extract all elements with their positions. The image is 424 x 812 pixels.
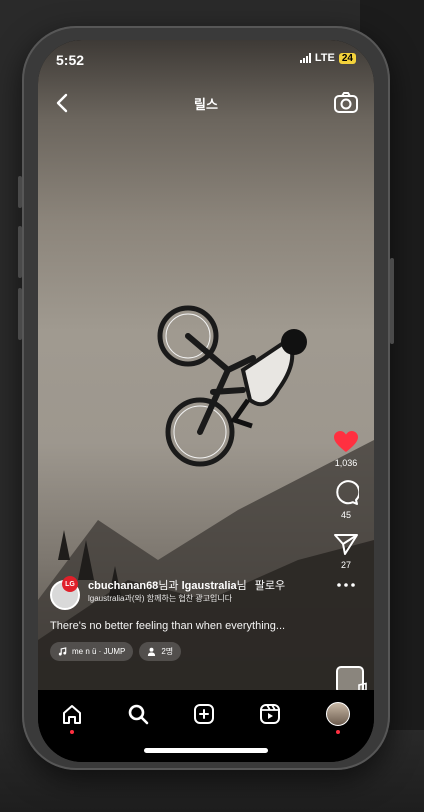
share-action[interactable]: 27 — [328, 532, 364, 570]
heart-icon[interactable] — [333, 430, 359, 454]
people-chip[interactable]: 2명 — [139, 642, 182, 661]
network-label: LTE — [314, 52, 335, 64]
joiner-text: 님과 — [158, 580, 182, 592]
brand-badge: LG — [62, 576, 78, 592]
top-bar: 릴스 — [38, 88, 374, 118]
comment-icon[interactable] — [333, 480, 359, 506]
home-activity-dot — [70, 730, 74, 734]
volume-up-button — [18, 226, 22, 278]
nav-profile[interactable] — [326, 702, 350, 726]
profile-activity-dot — [336, 730, 340, 734]
action-column: 1,036 45 27 — [328, 430, 364, 600]
comment-action[interactable]: 45 — [328, 480, 364, 520]
nav-search[interactable] — [126, 702, 150, 726]
honorific-text: 님 — [236, 580, 247, 592]
share-count: 27 — [340, 560, 351, 570]
author-avatar[interactable]: LG — [50, 576, 80, 610]
caption-text[interactable]: There's no better feeling than when ever… — [50, 620, 350, 632]
send-icon[interactable] — [333, 532, 359, 556]
reels-icon — [260, 704, 280, 724]
volume-down-button — [18, 288, 22, 340]
music-label: me n ü · JUMP — [72, 647, 126, 656]
like-count: 1,036 — [334, 458, 358, 468]
nav-reels[interactable] — [258, 702, 282, 726]
battery-indicator: 24 — [338, 52, 356, 64]
person-icon — [148, 647, 156, 656]
follow-button[interactable]: 팔로우 — [255, 580, 285, 592]
nav-home[interactable] — [60, 702, 84, 726]
create-icon — [194, 704, 214, 724]
camera-icon[interactable] — [332, 88, 360, 116]
username-lgaustralia[interactable]: lgaustralia — [182, 580, 237, 592]
music-note-icon — [58, 647, 67, 656]
sponsored-label: lgaustralia과(와) 함께하는 협찬 광고입니다 — [88, 594, 233, 603]
phone-screen: 5:52 LTE 24 릴스 1,036 45 27 LG cbuchanan6… — [38, 40, 374, 762]
page-title: 릴스 — [194, 97, 218, 112]
search-icon — [128, 704, 149, 725]
signal-icon — [299, 53, 311, 63]
like-action[interactable]: 1,036 — [328, 430, 364, 468]
music-chip[interactable]: me n ü · JUMP — [50, 642, 134, 661]
power-button — [390, 258, 394, 344]
home-icon — [63, 705, 81, 724]
status-time: 5:52 — [56, 52, 85, 68]
mute-switch — [18, 176, 22, 208]
nav-create[interactable] — [192, 702, 216, 726]
people-label: 2명 — [161, 647, 174, 656]
home-indicator[interactable] — [144, 748, 268, 753]
post-caption-area: LG cbuchanan68님과 lgaustralia님 팔로우 lgaustr… — [50, 576, 350, 661]
comment-count: 45 — [340, 510, 351, 520]
author-line: cbuchanan68님과 lgaustralia님 팔로우 — [88, 580, 285, 593]
status-bar: 5:52 LTE 24 — [38, 40, 374, 74]
profile-avatar — [326, 702, 350, 726]
username-cbuchanan68[interactable]: cbuchanan68 — [88, 580, 158, 592]
